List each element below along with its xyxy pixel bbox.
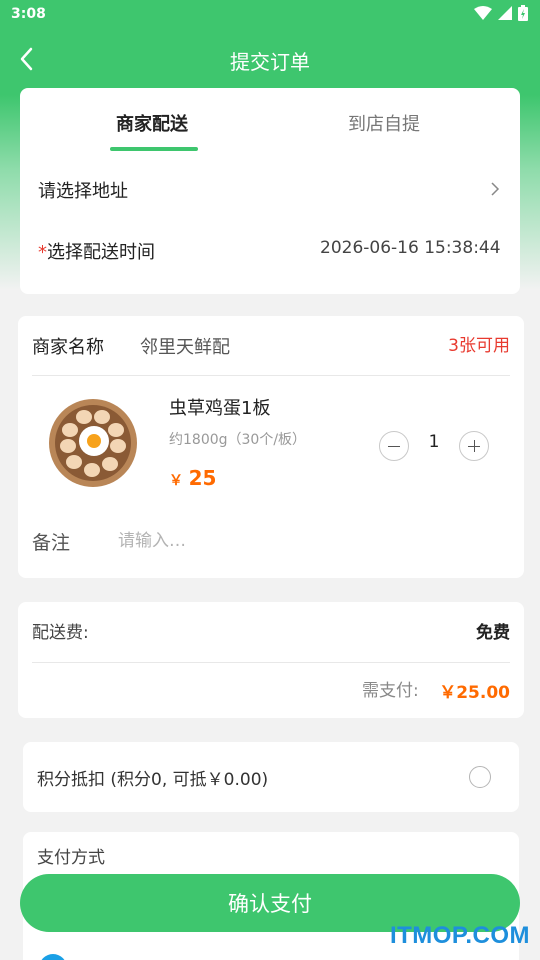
product-row: 虫草鸡蛋1板 约1800g（30个/板） ￥ 25 1 — [18, 384, 524, 494]
tab-merchant-delivery[interactable]: 商家配送 — [116, 110, 188, 136]
delivery-time-value: 2026-06-16 15:38:44 — [320, 238, 501, 258]
page-title: 提交订单 — [230, 50, 310, 74]
decrease-quantity-button[interactable] — [379, 431, 409, 461]
payment-section-title: 支付方式 — [37, 848, 105, 868]
delivery-card: 商家配送 到店自提 请选择地址 *选择配送时间 2026-06-16 15:38… — [20, 88, 520, 294]
address-row[interactable]: 请选择地址 — [20, 168, 520, 212]
nav-bar: 提交订单 — [0, 38, 540, 82]
merchant-name-value: 邻里天鲜配 — [140, 337, 230, 358]
product-price: ￥ 25 — [169, 466, 216, 490]
price-currency: ￥ — [169, 473, 183, 489]
watermark-logo: ITMOP.COM — [389, 922, 530, 949]
increase-quantity-button[interactable] — [459, 431, 489, 461]
fees-card: 配送费: 免费 需支付: ￥25.00 — [18, 602, 524, 718]
product-image — [49, 399, 137, 487]
merchant-card: 商家名称 邻里天鲜配 3张可用 虫草鸡蛋1板 约1800g（30个/板） ￥ 2… — [18, 316, 524, 578]
price-value: 25 — [188, 466, 217, 490]
product-name: 虫草鸡蛋1板 — [169, 398, 271, 419]
product-spec: 约1800g（30个/板） — [169, 432, 307, 448]
delivery-time-label-text: 选择配送时间 — [47, 242, 155, 263]
delivery-time-label: *选择配送时间 — [38, 238, 155, 264]
merchant-divider — [32, 375, 510, 376]
wifi-icon — [474, 6, 492, 20]
delivery-fee-value: 免费 — [476, 623, 510, 643]
coupon-available[interactable]: 3张可用 — [448, 331, 510, 356]
fees-divider — [32, 662, 510, 663]
delivery-time-row[interactable]: *选择配送时间 2026-06-16 15:38:44 — [20, 230, 520, 274]
payment-method-icon — [39, 954, 67, 960]
points-label: 积分抵扣 (积分0, 可抵￥0.00) — [37, 770, 269, 790]
delivery-fee-label: 配送费: — [32, 623, 89, 643]
delivery-tabs: 商家配送 到店自提 — [20, 88, 520, 158]
points-radio[interactable] — [469, 766, 491, 788]
remark-input[interactable]: 请输入… — [118, 526, 498, 554]
merchant-name-label: 商家名称 — [32, 337, 104, 358]
status-time: 3:08 — [11, 6, 46, 22]
remark-label: 备注 — [32, 532, 71, 554]
points-card[interactable]: 积分抵扣 (积分0, 可抵￥0.00) — [23, 742, 519, 812]
required-mark: * — [38, 242, 47, 263]
tab-store-pickup[interactable]: 到店自提 — [348, 110, 420, 136]
need-pay-value: ￥25.00 — [439, 683, 510, 703]
signal-icon — [498, 6, 512, 20]
address-prompt: 请选择地址 — [38, 181, 128, 202]
active-tab-indicator — [110, 147, 198, 151]
quantity-value: 1 — [428, 432, 440, 452]
status-bar: 3:08 — [0, 0, 540, 30]
battery-icon — [518, 5, 528, 21]
chevron-right-icon — [491, 182, 500, 196]
need-pay-label: 需支付: — [362, 681, 419, 701]
